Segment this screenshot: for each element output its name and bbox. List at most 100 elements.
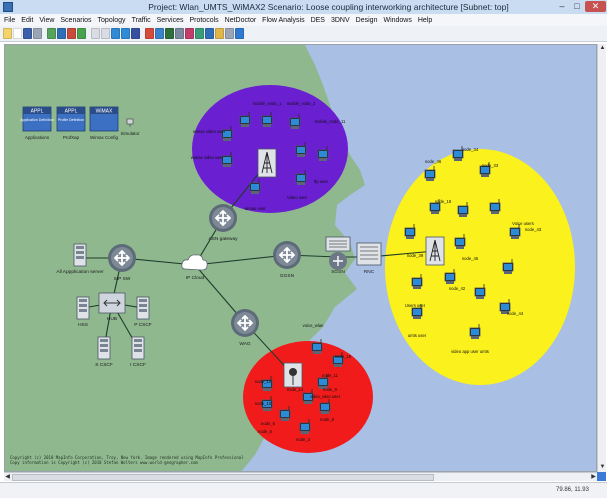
link-icon[interactable] bbox=[57, 28, 66, 39]
menu-3dnv[interactable]: 3DNV bbox=[331, 17, 350, 24]
umts-node-label: umts user bbox=[408, 333, 427, 338]
export-icon[interactable] bbox=[121, 28, 130, 39]
chart-icon[interactable] bbox=[145, 28, 154, 39]
filter-icon[interactable] bbox=[131, 28, 140, 39]
umts-node-label: Users user bbox=[405, 303, 426, 308]
menu-netdoctor[interactable]: NetDoctor bbox=[225, 17, 257, 24]
print-icon[interactable] bbox=[33, 28, 42, 39]
run-icon[interactable] bbox=[165, 28, 174, 39]
umts-node-label: node_45 bbox=[462, 256, 479, 261]
rnc-node-icon[interactable] bbox=[356, 242, 382, 266]
save-icon[interactable] bbox=[23, 28, 32, 39]
wlan-node-label: video_wlan user bbox=[310, 394, 341, 399]
ggsn-router-icon[interactable] bbox=[272, 240, 302, 270]
scroll-down-icon[interactable]: ▼ bbox=[599, 464, 606, 471]
config-icon[interactable] bbox=[205, 28, 214, 39]
umts-node-b-icon[interactable] bbox=[425, 236, 445, 266]
window-icon[interactable] bbox=[235, 28, 244, 39]
p-cscf-label: P CSCF bbox=[134, 322, 152, 328]
umts-node-label: node_42 bbox=[449, 286, 466, 291]
minimize-button[interactable]: – bbox=[555, 1, 569, 12]
wlan-node-label: node_15 bbox=[335, 354, 352, 359]
zoom-in-icon[interactable] bbox=[91, 28, 100, 39]
object-palette-icon[interactable] bbox=[47, 28, 56, 39]
application-definition-icon[interactable]: APPL Application Definition bbox=[20, 106, 54, 132]
configure-icon[interactable] bbox=[155, 28, 164, 39]
menu-help[interactable]: Help bbox=[418, 17, 432, 24]
menu-services[interactable]: Services bbox=[157, 17, 184, 24]
umts-node-label: node_46 bbox=[425, 159, 442, 164]
ip-cloud-label: IP Cloud bbox=[186, 275, 205, 281]
i-cscf-server-icon[interactable] bbox=[131, 336, 145, 360]
horizontal-scroll-thumb[interactable] bbox=[12, 474, 434, 481]
help-icon[interactable] bbox=[225, 28, 234, 39]
failure-icon[interactable] bbox=[67, 28, 76, 39]
menu-scenarios[interactable]: Scenarios bbox=[60, 17, 91, 24]
umts-node-label: node_43 bbox=[525, 227, 542, 232]
app-server-label: All Appplication server bbox=[56, 269, 104, 275]
umts-node-label: node_44 bbox=[507, 311, 524, 316]
umts-node-label: node_33 bbox=[482, 163, 499, 168]
results-icon[interactable] bbox=[175, 28, 184, 39]
sip-switch-router-icon[interactable] bbox=[107, 243, 137, 273]
asn-gateway-router-icon[interactable] bbox=[208, 203, 238, 233]
hss-server-icon[interactable] bbox=[76, 296, 90, 320]
umts-node-label: node_18 bbox=[435, 199, 452, 204]
menu-des[interactable]: DES bbox=[311, 17, 325, 24]
horizontal-scrollbar[interactable]: ◀ ▶ bbox=[4, 472, 597, 481]
wimax-config-icon[interactable]: WiMAX bbox=[89, 106, 119, 132]
wimax-node-label: wimax video user bbox=[193, 129, 226, 134]
title-bar: Project: Wlan_UMTS_WiMAX2 Scenario: Loos… bbox=[0, 0, 607, 14]
wimax-node-label: wimax video user bbox=[191, 155, 224, 160]
scroll-left-icon[interactable]: ◀ bbox=[4, 473, 11, 482]
menu-bar: File Edit View Scenarios Topology Traffi… bbox=[0, 14, 607, 26]
umts-node-label: Voice users bbox=[512, 221, 534, 226]
wlan-node-label: voice_wlan bbox=[303, 323, 324, 328]
flow-icon[interactable] bbox=[195, 28, 204, 39]
network-workspace[interactable]: APPL Application Definition Applications… bbox=[4, 44, 597, 472]
network-map[interactable]: APPL Application Definition Applications… bbox=[5, 45, 597, 472]
application-server-icon[interactable] bbox=[73, 243, 87, 267]
navigator-button[interactable] bbox=[597, 472, 606, 481]
menu-view[interactable]: View bbox=[39, 17, 54, 24]
recover-icon[interactable] bbox=[77, 28, 86, 39]
config-badge: APPL bbox=[31, 109, 44, 115]
new-icon[interactable] bbox=[13, 28, 22, 39]
status-bar: 79.86, 11.93 bbox=[0, 482, 607, 498]
config-badge: WiMAX bbox=[96, 109, 113, 115]
wlan-node-label: node_6 bbox=[261, 421, 276, 426]
menu-topology[interactable]: Topology bbox=[98, 17, 126, 24]
close-button[interactable]: ✕ bbox=[585, 1, 606, 12]
zoom-out-icon[interactable] bbox=[101, 28, 110, 39]
umts-node-label: node_39 bbox=[407, 253, 424, 258]
menu-flow-analysis[interactable]: Flow Analysis bbox=[262, 17, 304, 24]
menu-protocols[interactable]: Protocols bbox=[189, 17, 218, 24]
import-icon[interactable] bbox=[111, 28, 120, 39]
layers-icon[interactable] bbox=[215, 28, 224, 39]
web-report-icon[interactable] bbox=[185, 28, 194, 39]
wimax-node-label: wimax user bbox=[244, 206, 266, 211]
maximize-button[interactable]: □ bbox=[570, 1, 584, 12]
wag-router-icon[interactable] bbox=[230, 308, 260, 338]
profile-definition-icon[interactable]: APPL Profile Definition bbox=[56, 106, 86, 132]
wimax-node-label: ftp user bbox=[314, 179, 329, 184]
wlan-access-point-icon[interactable] bbox=[283, 362, 303, 388]
menu-design[interactable]: Design bbox=[356, 17, 378, 24]
hub-icon[interactable] bbox=[98, 292, 126, 314]
vertical-scrollbar[interactable]: ▲ ▼ bbox=[597, 44, 606, 472]
menu-traffic[interactable]: Traffic bbox=[132, 17, 151, 24]
wlan-node-label: node_14 bbox=[287, 387, 304, 392]
sgsn-label: SGSN bbox=[331, 269, 345, 275]
menu-windows[interactable]: Windows bbox=[383, 17, 411, 24]
sip-switch-label: SIP SW bbox=[114, 276, 131, 282]
scroll-up-icon[interactable]: ▲ bbox=[599, 45, 606, 52]
menu-file[interactable]: File bbox=[4, 17, 15, 24]
scroll-right-icon[interactable]: ▶ bbox=[590, 473, 597, 482]
wimax-node-label: mobile_node_1 bbox=[253, 101, 282, 106]
menu-edit[interactable]: Edit bbox=[21, 17, 33, 24]
wimax-base-station-icon[interactable] bbox=[257, 148, 277, 178]
p-cscf-server-icon[interactable] bbox=[136, 296, 150, 320]
open-icon[interactable] bbox=[3, 28, 12, 39]
wimax-node-label: Video user bbox=[287, 195, 308, 200]
s-cscf-server-icon[interactable] bbox=[97, 336, 111, 360]
